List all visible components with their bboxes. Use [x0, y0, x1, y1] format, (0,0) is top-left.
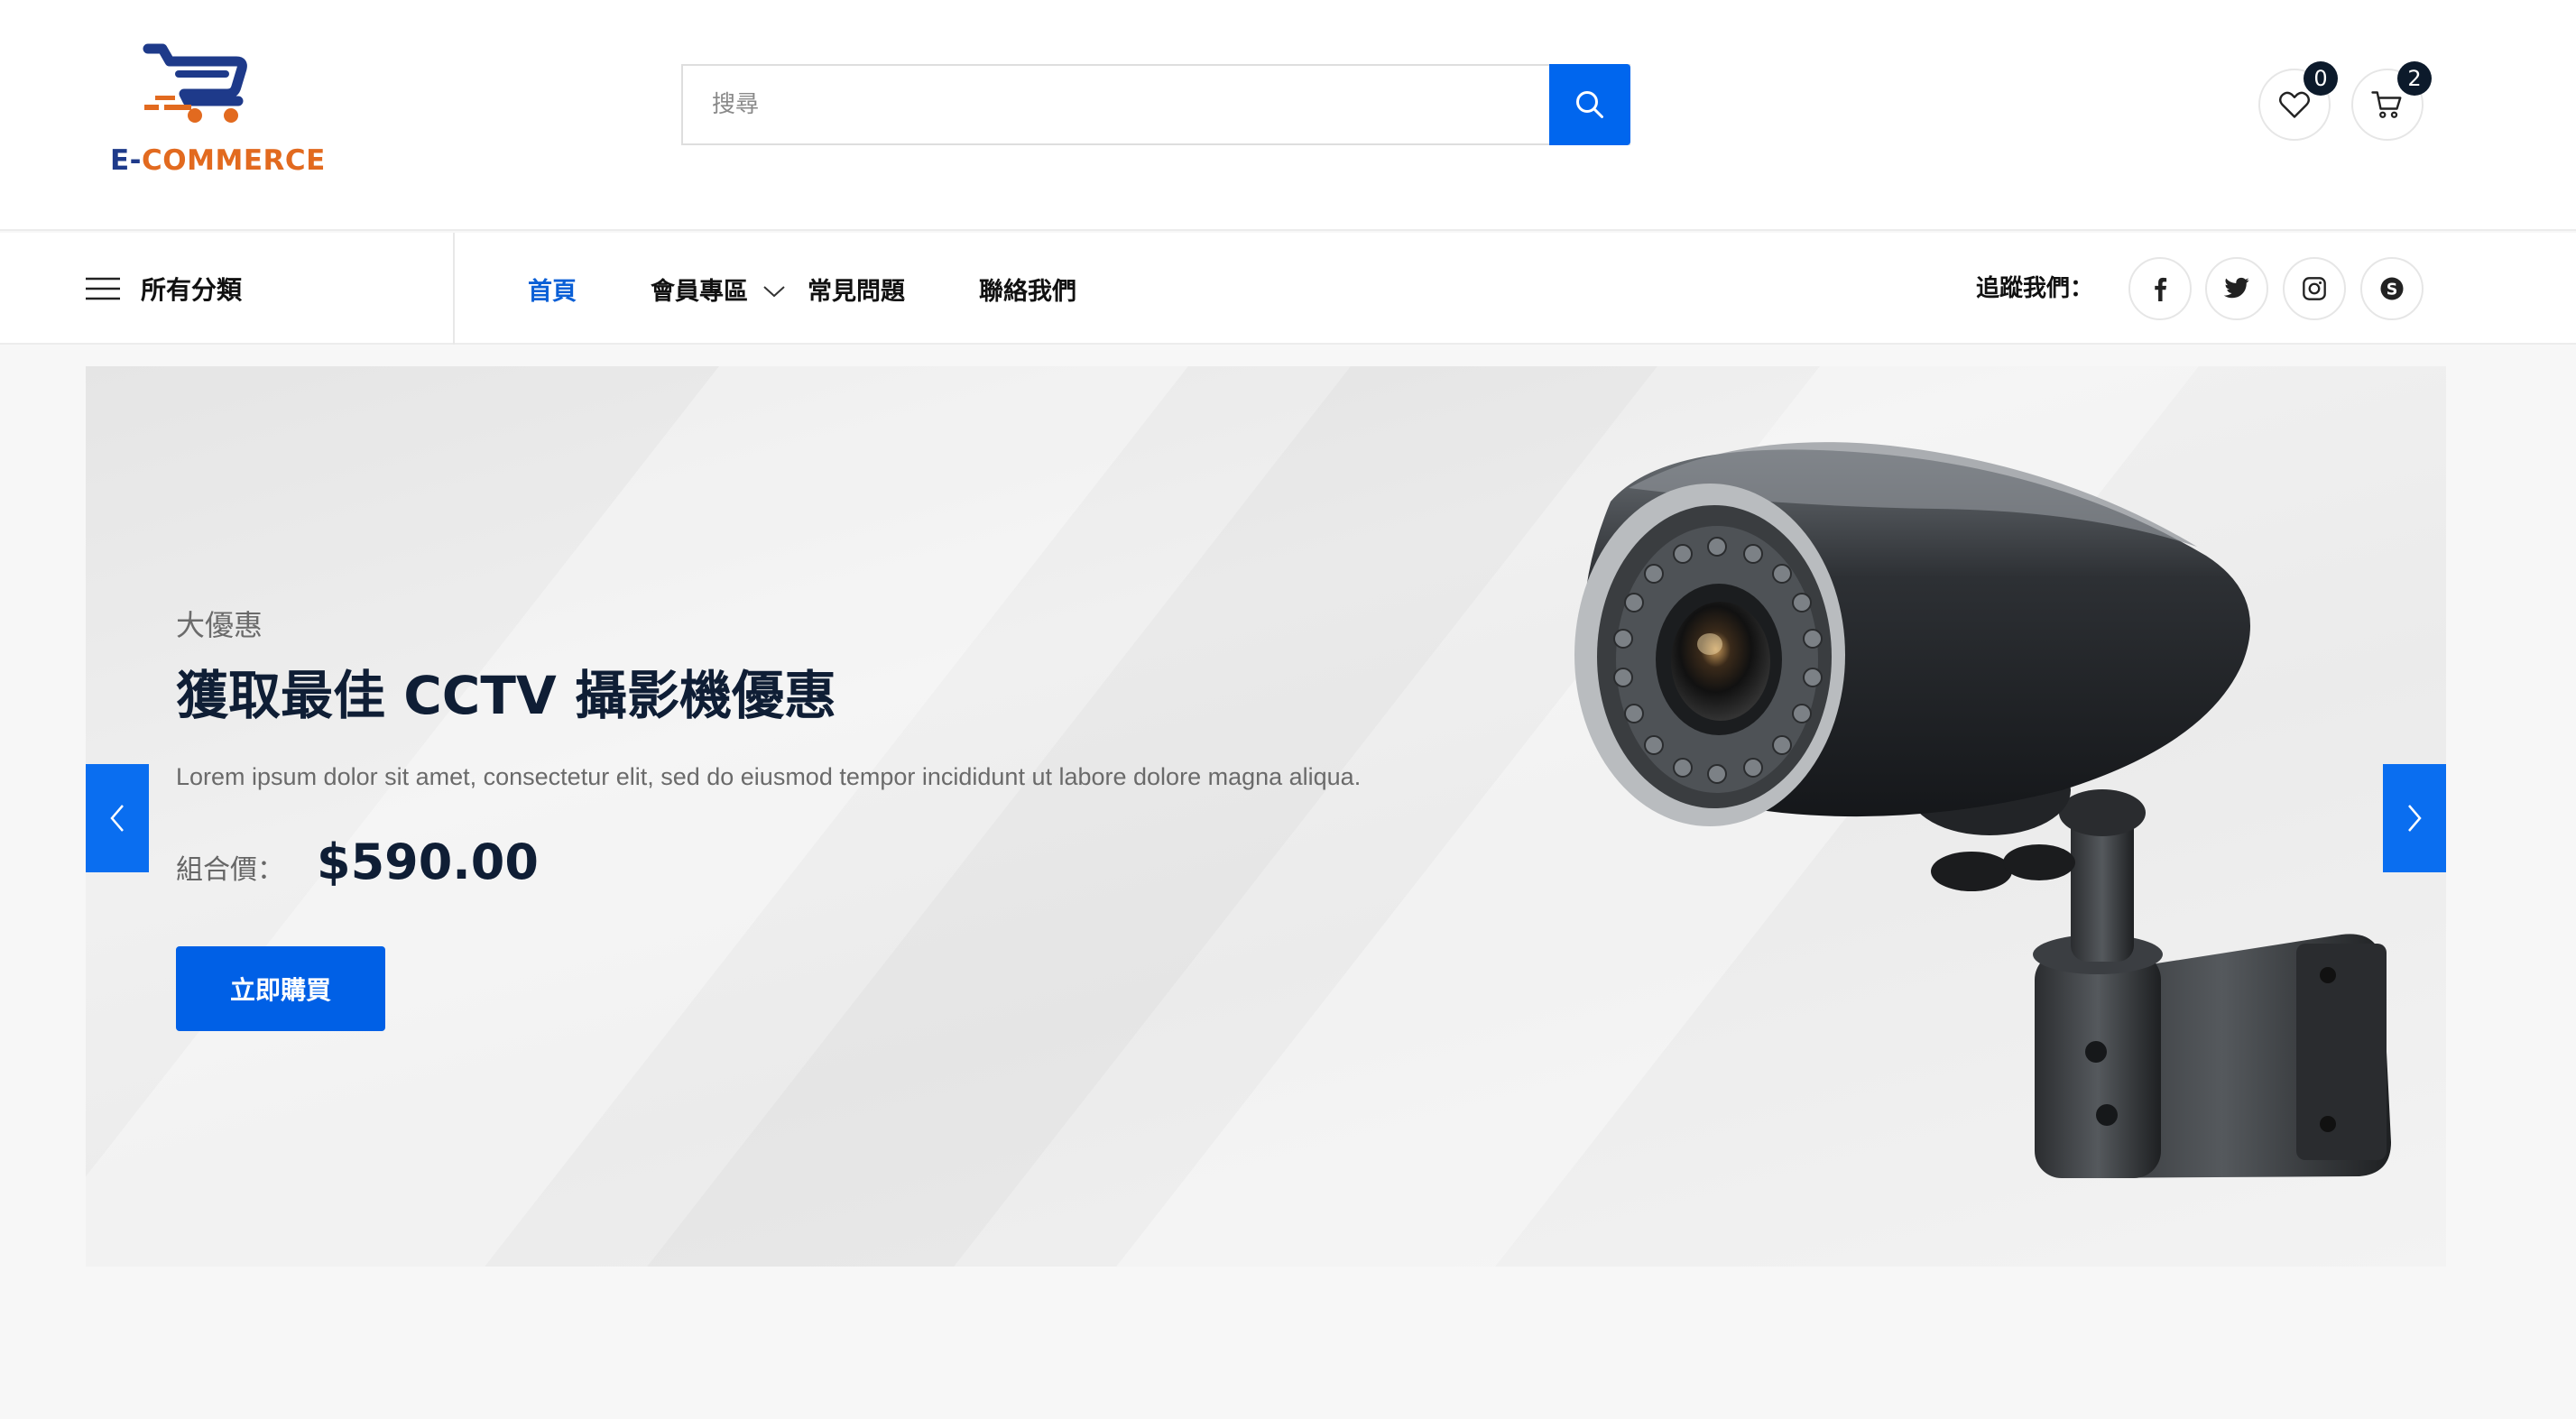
- nav-item-label: 常見問題: [808, 277, 905, 306]
- search-bar: [681, 64, 1630, 145]
- hero-subtitle: 大優惠: [176, 608, 263, 642]
- nav-item-member[interactable]: 會員專區: [651, 272, 786, 307]
- wishlist-count-badge: 0: [2304, 61, 2338, 96]
- hero-banner: 大優惠 獲取最佳 CCTV 攝影機優惠 Lorem ipsum dolor si…: [86, 366, 2446, 1267]
- cctv-camera-image: [1574, 442, 2391, 1178]
- logo-text: E-COMMERCE: [110, 144, 326, 177]
- nav-item-label: 首頁: [528, 277, 577, 306]
- cart-count-badge: 2: [2397, 61, 2432, 96]
- chevron-left-icon: [110, 805, 124, 832]
- price-value: $590.00: [317, 834, 539, 890]
- hamburger-icon: [86, 277, 120, 300]
- nav-item-faq[interactable]: 常見問題: [808, 272, 905, 307]
- chevron-down-icon: [763, 286, 785, 298]
- search-input[interactable]: [683, 66, 1549, 143]
- instagram-link[interactable]: [2283, 257, 2346, 320]
- search-icon: [1576, 91, 1603, 118]
- facebook-icon: [2155, 277, 2167, 301]
- all-categories-label: 所有分類: [141, 275, 243, 305]
- facebook-link[interactable]: [2128, 257, 2192, 320]
- chevron-right-icon: [2408, 805, 2422, 832]
- skype-icon: S: [2380, 277, 2404, 300]
- svg-text:S: S: [2387, 281, 2398, 299]
- slider-next-button[interactable]: [2383, 764, 2446, 872]
- twitter-icon: [2223, 277, 2249, 299]
- nav-item-label: 會員專區: [651, 277, 748, 306]
- hero-price-row: 組合價： $590.00: [176, 834, 539, 890]
- nav-item-home[interactable]: 首頁: [528, 272, 577, 307]
- cart-icon: [2371, 91, 2402, 118]
- twitter-link[interactable]: [2205, 257, 2268, 320]
- cart-logo-icon: [143, 43, 247, 123]
- buy-now-button[interactable]: 立即購買: [176, 946, 385, 1031]
- nav-item-contact[interactable]: 聯絡我們: [979, 272, 1076, 307]
- slider-prev-button[interactable]: [86, 764, 149, 872]
- site-logo[interactable]: E-COMMERCE: [106, 41, 326, 177]
- heart-icon: [2279, 91, 2310, 118]
- nav-menu: 首頁 會員專區 常見問題 聯絡我們: [528, 233, 1076, 345]
- follow-us-label: 追蹤我們：: [1976, 275, 2094, 302]
- hero-description: Lorem ipsum dolor sit amet, consectetur …: [176, 763, 1362, 790]
- search-button[interactable]: [1549, 64, 1630, 145]
- price-label: 組合價：: [176, 854, 284, 886]
- site-header: E-COMMERCE 0 2: [0, 0, 2576, 231]
- nav-divider: [453, 233, 455, 345]
- hero-title: 獲取最佳 CCTV 攝影機優惠: [176, 665, 836, 726]
- instagram-icon: [2303, 277, 2326, 300]
- all-categories-button[interactable]: 所有分類: [85, 233, 242, 345]
- main-nav: 所有分類 首頁 會員專區 常見問題 聯絡我們 追蹤我們： S: [0, 233, 2576, 345]
- nav-item-label: 聯絡我們: [979, 277, 1076, 306]
- skype-link[interactable]: S: [2360, 257, 2424, 320]
